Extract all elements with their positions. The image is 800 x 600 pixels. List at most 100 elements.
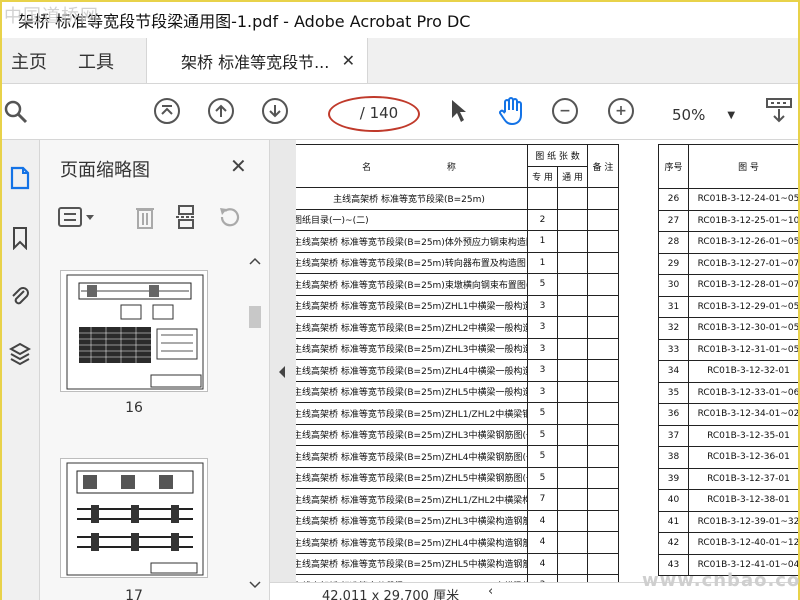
search-icon[interactable] xyxy=(2,96,32,126)
row-common xyxy=(557,273,588,296)
row-code: RC01B-3-12-31-01~05 xyxy=(688,338,798,361)
close-tab-icon[interactable]: ✕ xyxy=(342,51,355,70)
table-row: 主线高架桥 标准等宽节段梁(B=25m)束墩横向钢束布置图(一)~(五)5 xyxy=(296,273,619,296)
row-remark xyxy=(587,423,619,446)
tab-tools[interactable]: 工具 xyxy=(56,38,136,83)
row-code: RC01B-3-12-29-01~05 xyxy=(688,295,798,318)
next-page-icon[interactable] xyxy=(260,96,290,126)
row-name: 图纸目录(一)~(二) xyxy=(296,208,528,231)
row-code: RC01B-3-12-26-01~05 xyxy=(688,231,798,254)
row-seq: 28 xyxy=(658,231,689,254)
table-row: 主线高架桥 标准等宽节段梁(B=25m)ZHL1/ZHL2中横梁构造钢筋图(一)… xyxy=(296,488,619,511)
table-row: 31 RC01B-3-12-29-01~05 xyxy=(658,295,798,318)
row-remark xyxy=(587,445,619,468)
table-row: 26 RC01B-3-12-24-01~05 xyxy=(658,188,798,211)
row-code: RC01B-3-12-36-01 xyxy=(688,446,798,469)
row-common xyxy=(557,466,588,489)
row-seq: 27 xyxy=(658,209,689,232)
row-name: 主线高架桥 标准等宽节段梁(B=25m)ZHL3中横梁钢筋图(一)~(五) xyxy=(296,423,528,446)
thumbnail-scrollbar[interactable] xyxy=(246,252,264,594)
row-code: RC01B-3-12-37-01 xyxy=(688,467,798,490)
row-remark xyxy=(587,380,619,403)
layers-icon[interactable] xyxy=(6,340,34,368)
row-count: 1 xyxy=(527,251,558,274)
tab-document[interactable]: 架桥 标准等宽段节... ✕ xyxy=(146,38,368,83)
table-row: 41 RC01B-3-12-39-01~32 xyxy=(658,510,798,533)
document-view[interactable]: 名 称 图 纸 张 数 备 注 专 用 通 用 主线高架桥 标准等宽节段梁(B=… xyxy=(296,140,798,584)
options-menu-icon[interactable] xyxy=(58,206,98,232)
drawing-index-table-right: 序号 图 号 26 RC01B-3-12-24-01~05 27 RC01B-3-12… xyxy=(658,144,798,576)
row-common xyxy=(557,509,588,532)
row-count: 4 xyxy=(527,531,558,554)
row-seq: 30 xyxy=(658,274,689,297)
table-row: 主线高架桥 标准等宽节段梁(B=25m)ZHL3中横梁钢筋图(一)~(五)5 xyxy=(296,423,619,446)
row-seq: 42 xyxy=(658,532,689,555)
table-row: 38 RC01B-3-12-36-01 xyxy=(658,446,798,469)
hand-tool-icon[interactable] xyxy=(496,96,526,126)
watermark-logo: 中国道桥网 xyxy=(4,6,99,27)
header-name: 名 称 xyxy=(296,144,528,188)
chevron-left-icon[interactable]: ‹ xyxy=(488,584,493,599)
row-count: 3 xyxy=(527,316,558,339)
window-title-bar: 架桥 标准等宽段节段梁通用图-1.pdf - Adobe Acrobat Pro… xyxy=(2,2,798,38)
header-name-2: 称 xyxy=(446,162,456,173)
page-thumbnail-16[interactable] xyxy=(60,270,208,392)
row-count: 4 xyxy=(527,509,558,532)
select-cursor-icon[interactable] xyxy=(444,96,474,126)
page-thumbnails-icon[interactable] xyxy=(6,164,34,192)
tab-home[interactable]: 主页 xyxy=(2,38,56,83)
chevron-down-icon: ▼ xyxy=(727,109,736,121)
zoom-out-icon[interactable]: − xyxy=(550,96,580,126)
thumbnail-page-number: 16 xyxy=(125,400,143,416)
row-remark xyxy=(587,402,619,425)
row-code: RC01B-3-12-40-01~12 xyxy=(688,532,798,555)
section-title: 主线高架桥 标准等宽节段梁(B=25m) xyxy=(296,187,528,210)
row-count: 5 xyxy=(527,423,558,446)
cell-empty xyxy=(527,187,558,210)
table-row: 42 RC01B-3-12-40-01~12 xyxy=(658,532,798,555)
row-code: RC01B-3-12-27-01~07 xyxy=(688,252,798,275)
row-count: 4 xyxy=(527,552,558,575)
row-name: 主线高架桥 标准等宽节段梁(B=25m)ZHL5中横梁构造钢筋图(一)~(四) xyxy=(296,552,528,575)
attachment-icon[interactable] xyxy=(6,282,34,310)
zoom-dropdown[interactable]: 50% ▼ xyxy=(662,102,742,128)
row-common xyxy=(557,359,588,382)
row-count: 7 xyxy=(527,488,558,511)
left-rail xyxy=(2,140,40,600)
table-row: 36 RC01B-3-12-34-01~02 xyxy=(658,403,798,426)
table-row: 主线高架桥 标准等宽节段梁(B=25m)ZHL3中横梁一般构造图(一)~(三)3 xyxy=(296,337,619,360)
row-name: 主线高架桥 标准等宽节段梁(B=25m)ZHL4中横梁一般构造图(一)~(三) xyxy=(296,359,528,382)
table-row: 主线高架桥 标准等宽节段梁(B=25m)ZHL5中横梁构造钢筋图(一)~(四)4 xyxy=(296,552,619,575)
row-remark xyxy=(587,466,619,489)
extract-page-icon[interactable] xyxy=(174,204,198,234)
rotate-icon[interactable] xyxy=(216,204,242,234)
panel-splitter[interactable] xyxy=(270,140,296,600)
bookmark-icon[interactable] xyxy=(6,224,34,252)
tab-home-label: 主页 xyxy=(11,51,47,73)
header-code: 图 号 xyxy=(688,144,798,189)
page-thumbnail-17[interactable] xyxy=(60,458,208,578)
row-seq: 26 xyxy=(658,188,689,211)
header-count: 图 纸 张 数 xyxy=(527,144,588,167)
table-row: 32 RC01B-3-12-30-01~05 xyxy=(658,317,798,340)
row-seq: 36 xyxy=(658,403,689,426)
row-common xyxy=(557,488,588,511)
close-panel-icon[interactable]: ✕ xyxy=(230,154,247,178)
row-remark xyxy=(587,316,619,339)
scroll-mode-icon[interactable] xyxy=(764,96,794,126)
row-common xyxy=(557,552,588,575)
row-seq: 38 xyxy=(658,446,689,469)
previous-page-icon[interactable] xyxy=(206,96,236,126)
zoom-in-icon[interactable]: + xyxy=(606,96,636,126)
row-count: 5 xyxy=(527,402,558,425)
tab-tools-label: 工具 xyxy=(78,51,114,73)
row-seq: 32 xyxy=(658,317,689,340)
row-count: 1 xyxy=(527,230,558,253)
row-seq: 40 xyxy=(658,489,689,512)
table-row: 33 RC01B-3-12-31-01~05 xyxy=(658,338,798,361)
first-page-icon[interactable] xyxy=(152,96,182,126)
header-seq: 序号 xyxy=(658,144,689,189)
delete-page-icon[interactable] xyxy=(134,204,156,234)
row-remark xyxy=(587,488,619,511)
row-remark xyxy=(587,230,619,253)
